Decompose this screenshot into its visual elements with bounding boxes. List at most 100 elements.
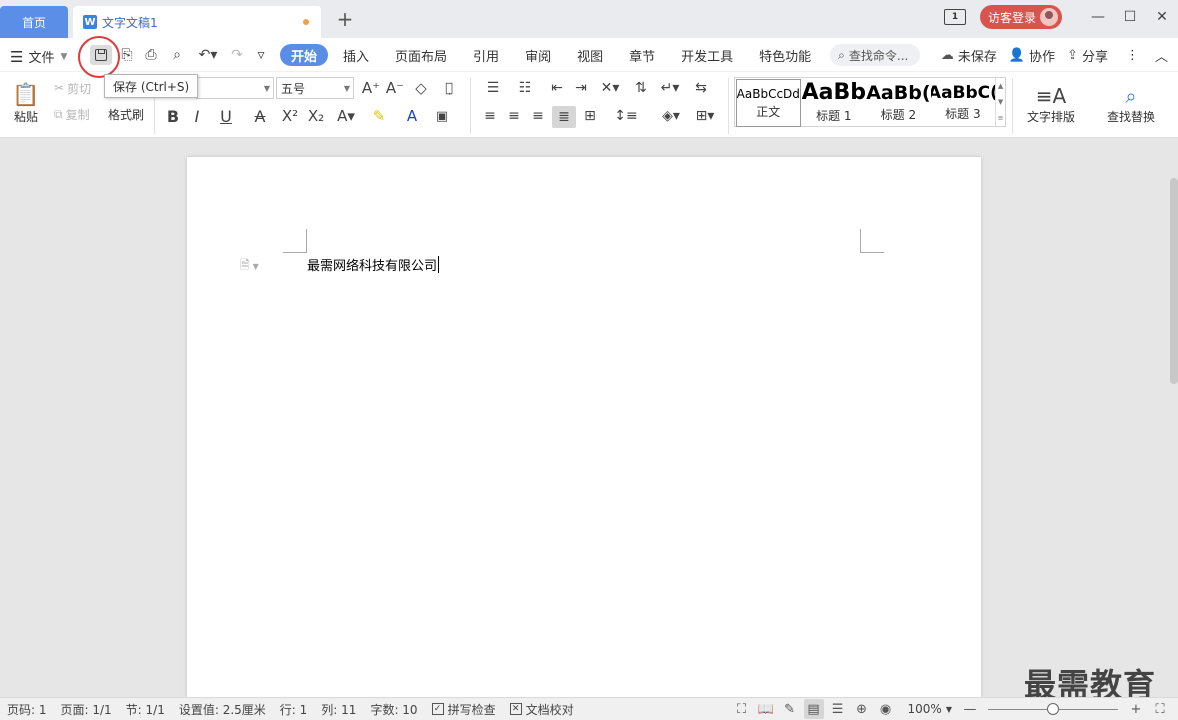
clear-format-button[interactable]: ◇: [410, 78, 432, 98]
tab-home-start[interactable]: 开始: [280, 44, 329, 66]
redo-button[interactable]: ↷: [226, 45, 248, 65]
justify-button[interactable]: ≣: [552, 106, 576, 128]
unsaved-status[interactable]: ☁ 未保存: [941, 46, 997, 65]
superscript-button[interactable]: X²: [280, 106, 300, 126]
fit-page-button[interactable]: ⛶: [1150, 699, 1170, 719]
command-search[interactable]: ⌕ 查找命令...: [830, 44, 921, 66]
status-word-count[interactable]: 字数: 10: [363, 701, 424, 718]
align-center-button[interactable]: ≡: [504, 106, 524, 126]
cut-button[interactable]: ✂ 剪切: [54, 78, 91, 98]
paragraph-handle[interactable]: 🗎 ▼: [240, 256, 259, 277]
status-row[interactable]: 行: 1: [273, 701, 315, 718]
numbered-list-button[interactable]: ☷: [512, 78, 538, 98]
bullet-list-button[interactable]: ☰: [480, 78, 506, 98]
subscript-button[interactable]: X₂: [306, 106, 326, 126]
tab-page-layout[interactable]: 页面布局: [384, 44, 458, 66]
text-effect-button[interactable]: A▾: [332, 106, 360, 126]
style-heading-2[interactable]: AaBb( 标题 2: [866, 78, 931, 126]
tab-home[interactable]: 首页: [0, 6, 68, 38]
tab-developer[interactable]: 开发工具: [670, 44, 744, 66]
reading-mode-button[interactable]: 📖: [756, 699, 776, 719]
vertical-scrollbar[interactable]: [1170, 138, 1178, 694]
page-view-button[interactable]: ▤: [803, 699, 824, 719]
doc-proofread-button[interactable]: ✕ 文档校对: [503, 701, 581, 718]
print-preview-button[interactable]: ⌕: [166, 45, 188, 65]
status-pages[interactable]: 页面: 1/1: [54, 701, 119, 718]
share-button[interactable]: ⇪ 分享: [1067, 46, 1108, 65]
paste-button[interactable]: 📋 粘贴: [10, 76, 42, 132]
show-marks-button[interactable]: ↵▾: [656, 78, 684, 98]
spell-check-button[interactable]: ✓ 拼写检查: [425, 701, 503, 718]
zoom-knob[interactable]: [1047, 703, 1059, 715]
screen-mode-icon[interactable]: 1: [943, 9, 966, 25]
font-name-select[interactable]: ▼: [196, 77, 274, 99]
borders-button[interactable]: ⊞▾: [690, 106, 720, 126]
book-icon: 📖: [757, 701, 774, 717]
collaborate-button[interactable]: 👤 协作: [1009, 46, 1055, 65]
shrink-font-button[interactable]: A⁻: [384, 78, 406, 98]
fullscreen-button[interactable]: ⛶: [732, 699, 752, 719]
collapse-ribbon-button[interactable]: ︿: [1155, 46, 1168, 65]
format-painter-button[interactable]: 格式刷: [108, 104, 144, 124]
tab-view[interactable]: 视图: [566, 44, 614, 66]
align-left-button[interactable]: ≡: [480, 106, 500, 126]
zoom-slider[interactable]: [988, 699, 1118, 719]
guest-login-button[interactable]: 访客登录: [979, 5, 1062, 29]
highlight-button[interactable]: ✎: [364, 106, 394, 126]
increase-indent-button[interactable]: ⇥: [570, 78, 592, 98]
tab-review[interactable]: 审阅: [514, 44, 562, 66]
status-section[interactable]: 节: 1/1: [119, 701, 172, 718]
bold-button[interactable]: B: [164, 106, 182, 126]
maximize-button[interactable]: ☐: [1114, 4, 1146, 30]
document-page[interactable]: 🗎 ▼ 最需网络科技有限公司: [187, 157, 981, 697]
phonetic-guide-button[interactable]: 文̣: [436, 78, 462, 98]
tab-special-features[interactable]: 特色功能: [748, 44, 822, 66]
status-setting[interactable]: 设置值: 2.5厘米: [172, 701, 273, 718]
grow-font-button[interactable]: A⁺: [360, 78, 382, 98]
font-color-button[interactable]: A: [398, 106, 426, 126]
more-options-button[interactable]: ⋮: [1126, 48, 1139, 63]
distribute-button[interactable]: ⊞: [580, 106, 600, 126]
edit-mode-button[interactable]: ✎: [780, 699, 800, 719]
find-replace-button[interactable]: ⌕ 查找替换: [1098, 76, 1164, 132]
status-page-number[interactable]: 页码: 1: [0, 701, 54, 718]
shading-button[interactable]: ◈▾: [656, 106, 686, 126]
styles-gallery-scroll[interactable]: ▲ ▼ ≡: [995, 78, 1005, 126]
scrollbar-thumb[interactable]: [1170, 178, 1178, 384]
tab-marks-button[interactable]: ⇆: [690, 78, 712, 98]
customize-toolbar-button[interactable]: ▿: [250, 45, 272, 65]
zoom-level-select[interactable]: 100% ▼: [908, 702, 952, 716]
chinese-layout-button[interactable]: ✕▾: [596, 78, 624, 98]
new-tab-button[interactable]: +: [334, 7, 356, 31]
print-button[interactable]: ⎙: [140, 45, 162, 65]
font-size-select[interactable]: 五号 ▼: [276, 77, 354, 99]
text-layout-button[interactable]: ≡A 文字排版: [1018, 76, 1084, 132]
tab-chapter[interactable]: 章节: [618, 44, 666, 66]
tab-insert[interactable]: 插入: [332, 44, 380, 66]
status-column[interactable]: 列: 11: [314, 701, 363, 718]
file-menu[interactable]: ☰ 文件 ▼: [10, 47, 67, 67]
document-body-text[interactable]: 最需网络科技有限公司: [307, 255, 440, 274]
style-normal[interactable]: AaBbCcDd 正文: [736, 79, 801, 127]
style-heading-1[interactable]: AaBb 标题 1: [802, 78, 867, 126]
sort-button[interactable]: ⇅: [630, 78, 652, 98]
decrease-indent-button[interactable]: ⇤: [546, 78, 568, 98]
align-right-button[interactable]: ≡: [528, 106, 548, 126]
tab-document[interactable]: W 文字文稿1: [73, 6, 321, 38]
line-spacing-button[interactable]: ↕≡: [612, 106, 640, 126]
char-border-button[interactable]: ▣: [432, 106, 452, 126]
strikethrough-button[interactable]: A: [246, 106, 274, 126]
zoom-in-button[interactable]: +: [1126, 699, 1146, 719]
tab-references[interactable]: 引用: [462, 44, 510, 66]
web-view-button[interactable]: ⊕: [852, 699, 872, 719]
underline-button[interactable]: U: [212, 106, 240, 126]
zoom-out-button[interactable]: —: [960, 699, 980, 719]
outline-view-button[interactable]: ☰: [828, 699, 848, 719]
minimize-button[interactable]: —: [1082, 4, 1114, 30]
eye-protection-button[interactable]: ◉: [876, 699, 896, 719]
close-window-button[interactable]: ✕: [1146, 4, 1178, 30]
italic-button[interactable]: I: [188, 106, 206, 126]
style-heading-3[interactable]: AaBbC( 标题 3: [931, 78, 996, 126]
copy-button[interactable]: ⧉ 复制: [54, 104, 90, 124]
undo-button[interactable]: ↶▾: [194, 45, 222, 65]
